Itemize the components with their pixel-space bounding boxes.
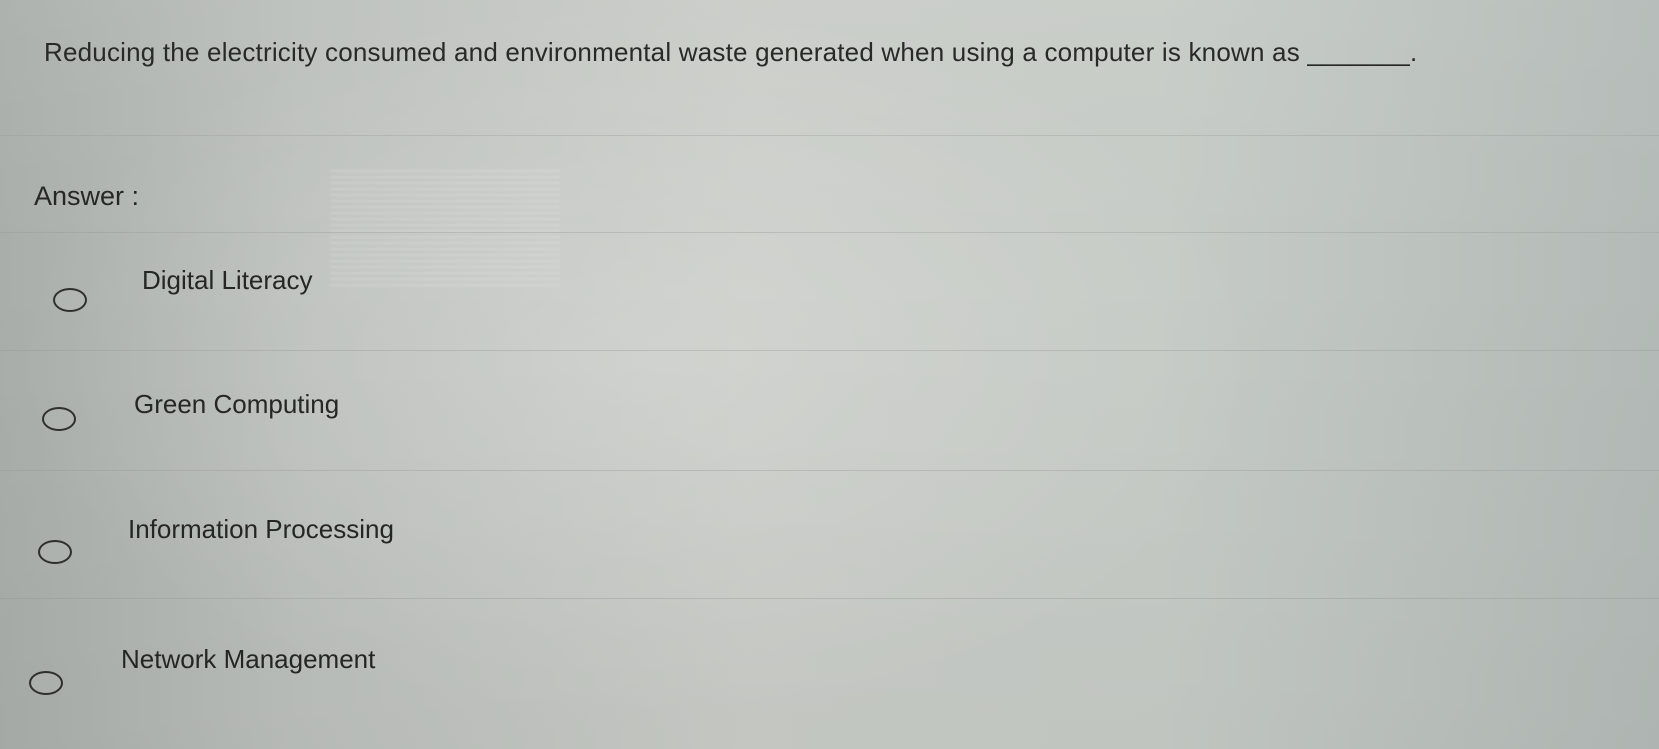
radio-button-icon[interactable] [42, 407, 76, 431]
question-text: Reducing the electricity consumed and en… [44, 37, 1418, 67]
divider [0, 598, 1659, 599]
option-network-management[interactable]: Network Management [0, 630, 1659, 749]
divider [0, 470, 1659, 471]
radio-button-icon[interactable] [53, 288, 87, 312]
divider [0, 350, 1659, 351]
option-label: Digital Literacy [142, 265, 313, 295]
divider [0, 232, 1659, 233]
option-label: Green Computing [134, 389, 340, 419]
option-label: Network Management [121, 644, 376, 674]
radio-button-icon[interactable] [29, 671, 63, 695]
quiz-screen: Reducing the electricity consumed and en… [0, 0, 1659, 749]
option-information-processing[interactable]: Information Processing [0, 500, 1659, 620]
answer-label: Answer : [34, 181, 140, 211]
option-green-computing[interactable]: Green Computing [0, 375, 1659, 495]
radio-button-icon[interactable] [38, 540, 72, 564]
divider [0, 135, 1659, 136]
option-digital-literacy[interactable]: Digital Literacy [0, 250, 1659, 370]
option-label: Information Processing [128, 514, 394, 544]
